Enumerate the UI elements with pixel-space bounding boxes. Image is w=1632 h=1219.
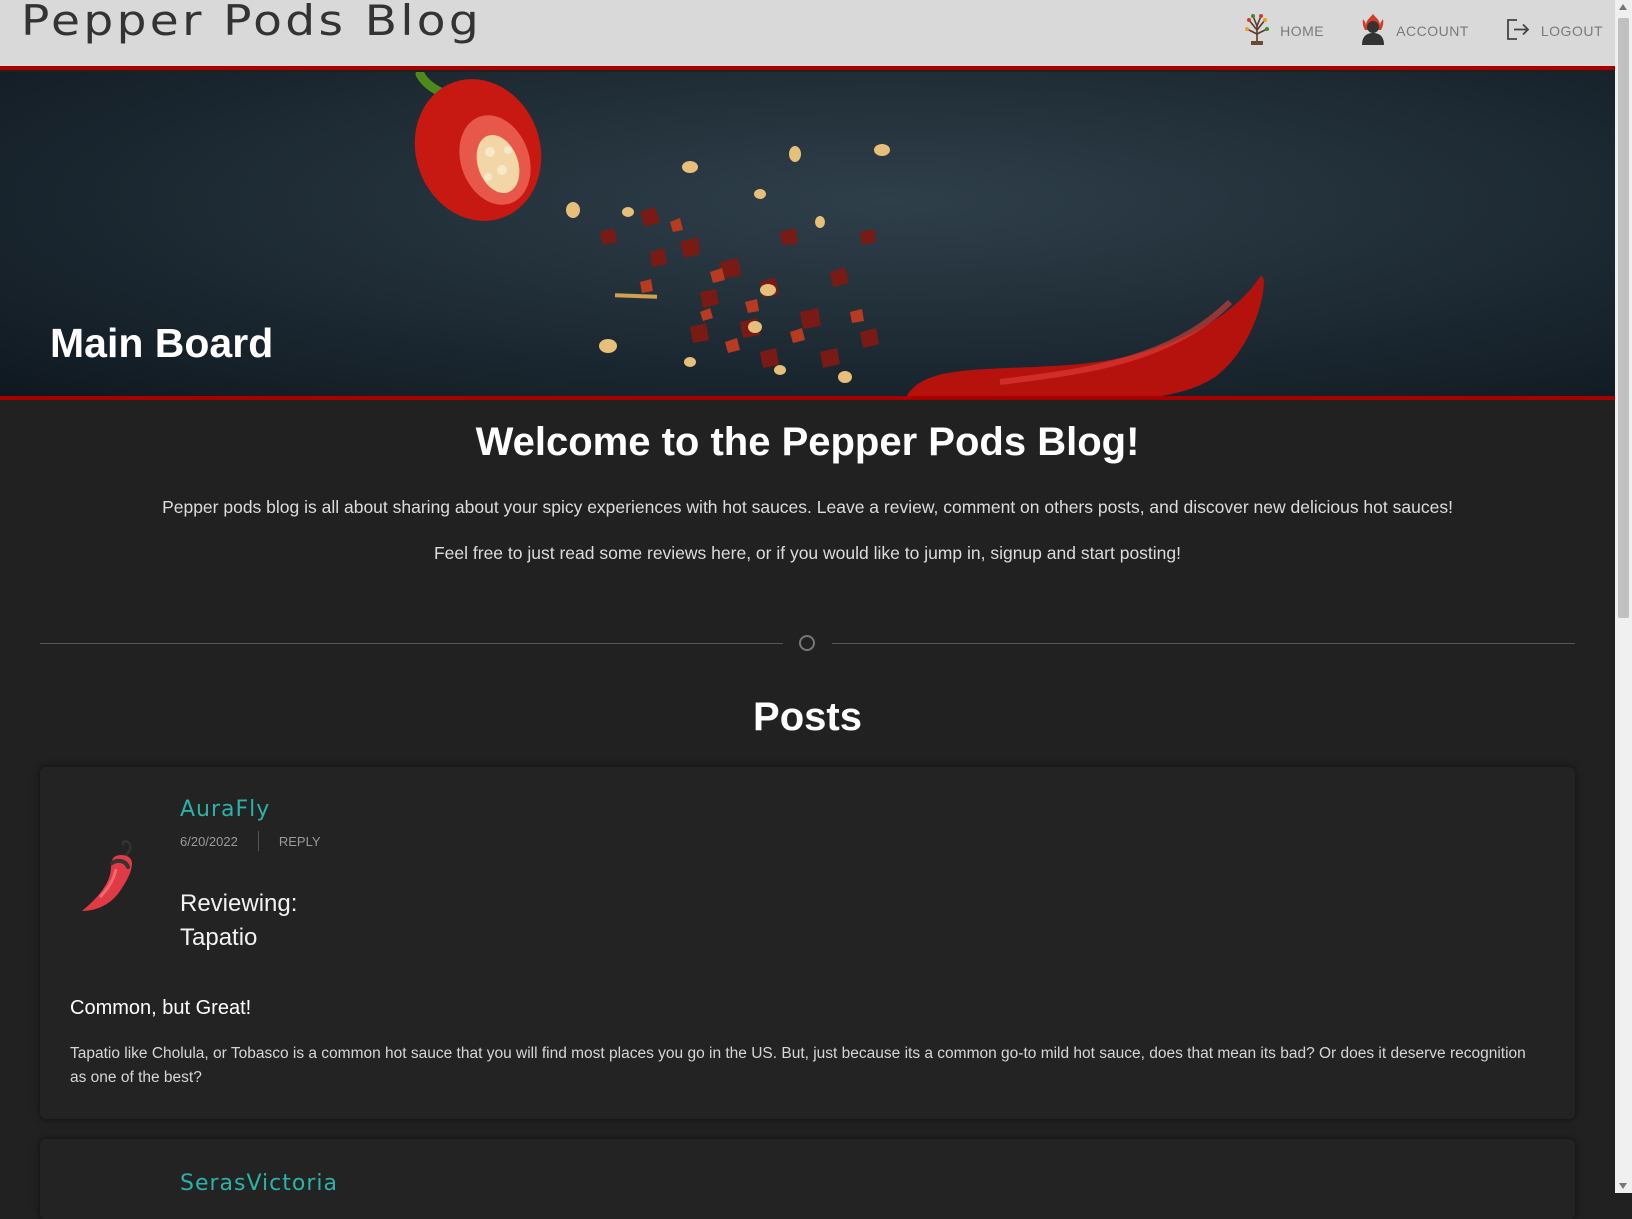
post-meta: 6/20/2022 REPLY [180, 831, 321, 851]
divider-circle-icon [799, 635, 815, 651]
post-card: AuraFly 6/20/2022 REPLY Reviewing: Tapat… [40, 767, 1575, 1119]
nav-home-label: HOME [1280, 22, 1325, 39]
nav-account-label: ACCOUNT [1396, 22, 1469, 39]
post-author-link[interactable]: SerasVictoria [180, 1171, 338, 1196]
post-reviewing: Reviewing: Tapatio [180, 887, 297, 955]
hero-banner: Main Board [0, 72, 1615, 400]
nav-logout-link[interactable]: LOGOUT [1503, 12, 1603, 49]
navbar: Pepper Pods Blog HOME ACCOUNT LOGOUT [0, 0, 1615, 70]
post-author-link[interactable]: AuraFly [180, 797, 270, 822]
reviewed-sauce-name: Tapatio [180, 924, 258, 951]
pepper-tree-icon [1242, 12, 1272, 49]
nav-home-link[interactable]: HOME [1242, 12, 1324, 49]
scroll-up-arrow-icon[interactable] [1619, 4, 1627, 10]
section-divider [40, 635, 1575, 651]
meta-separator [257, 831, 259, 851]
nav-account-link[interactable]: ACCOUNT [1358, 12, 1469, 49]
nav-logout-label: LOGOUT [1540, 22, 1603, 39]
scrollbar-thumb[interactable] [1618, 18, 1629, 618]
reviewing-label: Reviewing: [180, 890, 298, 917]
page-title: Main Board [50, 320, 274, 366]
post-body: Tapatio like Cholula, or Tobasco is a co… [70, 1045, 1526, 1086]
post-headline: Common, but Great! [70, 997, 252, 1019]
intro-paragraph-2: Feel free to just read some reviews here… [433, 543, 1182, 563]
divider-line-left [40, 643, 783, 644]
user-flame-icon [1358, 12, 1388, 49]
scroll-down-arrow-icon[interactable] [1619, 1183, 1627, 1189]
chili-pepper-icon [76, 839, 146, 919]
logout-icon [1503, 12, 1533, 49]
post-date: 6/20/2022 [180, 833, 238, 849]
page-scrollbar[interactable] [1615, 0, 1632, 1193]
divider-line-right [832, 643, 1575, 644]
site-brand[interactable]: Pepper Pods Blog [21, 0, 482, 45]
nav-links: HOME ACCOUNT LOGOUT [1242, 12, 1603, 49]
intro-paragraph-1: Pepper pods blog is all about sharing ab… [162, 497, 1453, 517]
reply-button[interactable]: REPLY [279, 834, 321, 849]
welcome-heading: Welcome to the Pepper Pods Blog! [475, 420, 1140, 464]
posts-heading: Posts [753, 695, 862, 739]
post-card: SerasVictoria [40, 1139, 1575, 1219]
